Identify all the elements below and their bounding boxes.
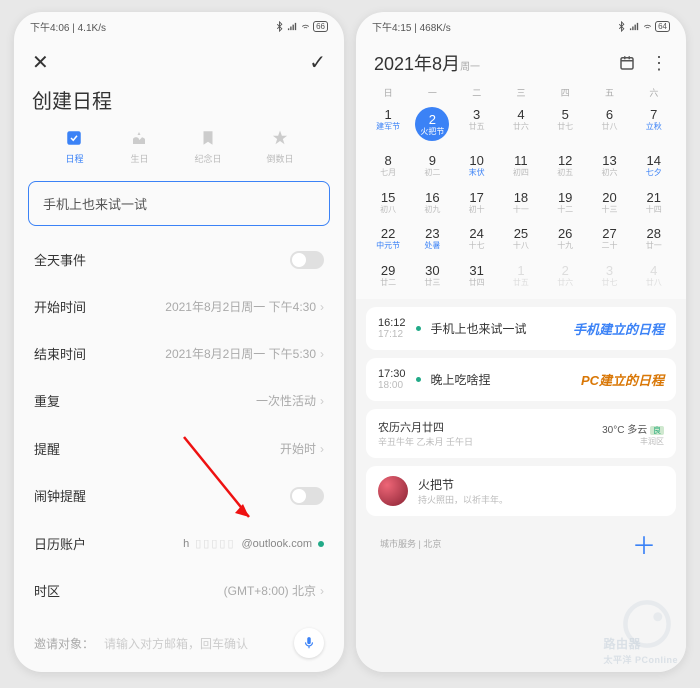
day-cell[interactable]: 1建军节	[366, 101, 410, 147]
row-timezone[interactable]: 时区 (GMT+8:00) 北京›	[14, 567, 344, 614]
festival-card[interactable]: 火把节 持火照田，以祈丰年。	[366, 466, 676, 516]
star-icon	[270, 128, 290, 148]
tab-anniversary[interactable]: 纪念日	[194, 128, 221, 165]
day-cell[interactable]: 27二十	[587, 220, 631, 257]
battery-icon: 64	[655, 21, 670, 32]
row-repeat[interactable]: 重复 一次性活动›	[14, 377, 344, 424]
subject-input[interactable]: 手机上也来试一试	[28, 181, 330, 226]
day-cell[interactable]: 28廿一	[632, 220, 676, 257]
day-cell[interactable]: 2火把节	[410, 101, 454, 147]
row-allday[interactable]: 全天事件	[14, 236, 344, 283]
chevron-right-icon: ›	[320, 442, 324, 456]
watermark-text: 路由器太平洋 PConline	[603, 635, 678, 666]
day-cell[interactable]: 30廿三	[410, 257, 454, 294]
day-cell[interactable]: 21十四	[632, 184, 676, 221]
invite-input[interactable]: 请输入对方邮箱，回车确认	[104, 635, 284, 652]
close-icon[interactable]: ✕	[32, 50, 49, 75]
wifi-icon	[300, 21, 311, 32]
day-cell[interactable]: 24十七	[455, 220, 499, 257]
status-bar: 下午4:06 | 4.1K/s 66	[14, 12, 344, 40]
day-cell[interactable]: 7立秋	[632, 101, 676, 147]
weekday-row: 日一二三四五六	[356, 82, 686, 101]
tab-countdown[interactable]: 倒数日	[266, 128, 293, 165]
day-cell[interactable]: 29廿二	[366, 257, 410, 294]
day-cell[interactable]: 22中元节	[366, 220, 410, 257]
page-title: 创建日程	[32, 85, 326, 128]
day-cell[interactable]: 8七月	[366, 147, 410, 184]
bookmark-icon	[198, 128, 218, 148]
day-cell[interactable]: 18十一	[499, 184, 543, 221]
day-cell[interactable]: 25十八	[499, 220, 543, 257]
weather-card[interactable]: 农历六月廿四 辛丑牛年 乙未月 壬午日 30°C 多云 良 丰润区	[366, 409, 676, 458]
chevron-right-icon: ›	[320, 584, 324, 598]
day-cell[interactable]: 17初十	[455, 184, 499, 221]
battery-icon: 66	[313, 21, 328, 32]
day-cell[interactable]: 23处暑	[410, 220, 454, 257]
chevron-right-icon: ›	[320, 300, 324, 314]
row-remind[interactable]: 提醒 开始时›	[14, 425, 344, 472]
check-box-icon	[64, 128, 84, 148]
status-bar: 下午4:15 | 468K/s 64	[356, 12, 686, 40]
day-cell[interactable]: 3廿五	[455, 101, 499, 147]
phone-create-event: 下午4:06 | 4.1K/s 66 ✕ ✓ 创建日程 日程 生日	[14, 12, 344, 672]
bluetooth-icon	[274, 21, 285, 32]
today-icon[interactable]	[618, 54, 636, 72]
aqi-badge: 良	[650, 426, 664, 435]
mic-icon	[302, 636, 316, 650]
day-cell[interactable]: 15初八	[366, 184, 410, 221]
toggle-alarm[interactable]	[290, 487, 324, 505]
day-cell[interactable]: 16初九	[410, 184, 454, 221]
day-cell[interactable]: 6廿八	[587, 101, 631, 147]
wifi-icon	[642, 21, 653, 32]
row-invite[interactable]: 邀请对象： 请输入对方邮箱，回车确认	[14, 614, 344, 672]
signal-icon	[287, 21, 298, 32]
confirm-icon[interactable]: ✓	[309, 50, 326, 75]
day-cell[interactable]: 3廿七	[587, 257, 631, 294]
bluetooth-icon	[616, 21, 627, 32]
event-card[interactable]: 17:3018:00晚上吃啥捏PC建立的日程	[366, 358, 676, 401]
phone-calendar: 下午4:15 | 468K/s 64 2021年8月周一 ⋮ 日一二三四五六 1…	[356, 12, 686, 672]
bottom-bar: 城市服务 | 北京 ＋	[366, 524, 676, 567]
festival-image	[378, 476, 408, 506]
calendar-grid: 1建军节2火把节3廿五4廿六5廿七6廿八7立秋 8七月9初二10末伏11初四12初…	[356, 101, 686, 299]
add-event-button[interactable]: ＋	[626, 526, 662, 561]
more-icon[interactable]: ⋮	[650, 53, 668, 74]
day-cell[interactable]: 11初四	[499, 147, 543, 184]
signal-icon	[629, 21, 640, 32]
type-tabs: 日程 生日 纪念日 倒数日	[32, 128, 326, 175]
chevron-right-icon: ›	[320, 347, 324, 361]
row-start[interactable]: 开始时间 2021年8月2日周一 下午4:30›	[14, 283, 344, 330]
toggle-allday[interactable]	[290, 251, 324, 269]
event-card[interactable]: 16:1217:12手机上也来试一试手机建立的日程	[366, 307, 676, 350]
day-cell[interactable]: 10末伏	[455, 147, 499, 184]
day-cell[interactable]: 20十三	[587, 184, 631, 221]
day-cell[interactable]: 5廿七	[543, 101, 587, 147]
day-cell[interactable]: 1廿五	[499, 257, 543, 294]
tab-birthday[interactable]: 生日	[129, 128, 149, 165]
day-cell[interactable]: 4廿八	[632, 257, 676, 294]
annotation-label: 手机建立的日程	[573, 319, 664, 338]
cake-icon	[129, 128, 149, 148]
day-cell[interactable]: 19十二	[543, 184, 587, 221]
day-cell[interactable]: 9初二	[410, 147, 454, 184]
annotation-label: PC建立的日程	[581, 370, 664, 389]
day-cell[interactable]: 26十九	[543, 220, 587, 257]
day-cell[interactable]: 12初五	[543, 147, 587, 184]
day-cell[interactable]: 2廿六	[543, 257, 587, 294]
chevron-right-icon: ›	[320, 394, 324, 408]
day-cell[interactable]: 31廿四	[455, 257, 499, 294]
account-dot-icon	[318, 541, 324, 547]
day-cell[interactable]: 14七夕	[632, 147, 676, 184]
row-end[interactable]: 结束时间 2021年8月2日周一 下午5:30›	[14, 330, 344, 377]
event-dot-icon	[416, 326, 421, 331]
mic-button[interactable]	[294, 628, 324, 658]
month-title[interactable]: 2021年8月周一	[374, 50, 480, 76]
event-dot-icon	[416, 377, 421, 382]
row-account[interactable]: 日历账户 h▯▯▯▯▯@outlook.com	[14, 520, 344, 567]
day-cell[interactable]: 13初六	[587, 147, 631, 184]
day-cell[interactable]: 4廿六	[499, 101, 543, 147]
tab-schedule[interactable]: 日程	[64, 128, 84, 165]
row-alarm[interactable]: 闹钟提醒	[14, 472, 344, 519]
